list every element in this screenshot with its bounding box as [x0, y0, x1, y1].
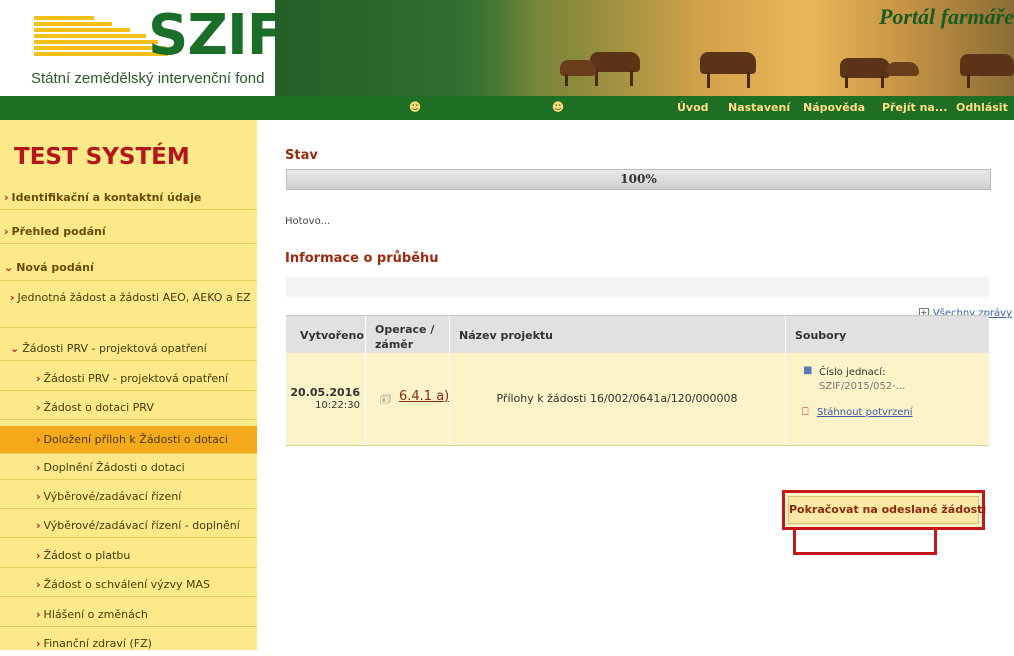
operation-link[interactable]: 6.4.1 a): [399, 389, 449, 404]
col-operace: Operace / záměr: [375, 323, 435, 351]
header: SZIF Státní zemědělský intervenční fond …: [0, 0, 1014, 96]
org-name: Státní zemědělský intervenční fond: [31, 70, 265, 87]
nav-nastaveni[interactable]: Nastavení: [728, 101, 790, 114]
sidebar-item-label: Jednotná žádost a žádosti AEO, AEKO a EZ: [17, 291, 251, 304]
sidebar-item-vyberove-rizeni[interactable]: › Výběrové/zadávací řízení: [0, 485, 257, 509]
user-switch-icon[interactable]: ☻: [551, 100, 565, 114]
user-icon[interactable]: ☻: [408, 100, 422, 114]
status-heading: Stav: [285, 148, 318, 163]
nav-napoveda[interactable]: Nápověda: [803, 101, 865, 114]
sidebar: TEST SYSTÉM › Identifikační a kontaktní ú…: [0, 120, 257, 650]
header-banner: Portál farmáře: [275, 0, 1014, 96]
sidebar-item-zadost-o-platbu[interactable]: › Žádost o platbu: [0, 544, 257, 568]
document-icon: 🗊: [380, 392, 392, 406]
col-vytvoreno: Vytvořeno: [300, 329, 364, 342]
sidebar-item-label: Žádosti PRV - projektová opatření: [22, 342, 207, 355]
sidebar-item-label: Výběrové/zadávací řízení - doplnění: [43, 519, 240, 532]
sidebar-item-label: Hlášení o změnách: [43, 608, 148, 621]
sidebar-item-doplneni-zadosti[interactable]: › Doplnění Žádosti o dotaci: [0, 456, 257, 480]
sidebar-item-identifikacni-udaje[interactable]: › Identifikační a kontaktní údaje: [0, 186, 257, 210]
nav-odhlasit[interactable]: Odhlásit: [956, 101, 1014, 114]
nav-prejit-na[interactable]: Přejít na...: [882, 101, 947, 114]
sidebar-item-label: Žádost o platbu: [43, 549, 131, 562]
sidebar-item-label: Výběrové/zadávací řízení: [43, 490, 182, 503]
sidebar-item-hlaseni-o-zmenach[interactable]: › Hlášení o změnách: [0, 603, 257, 627]
sidebar-item-label: Identifikační a kontaktní údaje: [11, 191, 202, 204]
nav-uvod[interactable]: Úvod: [677, 101, 709, 114]
sidebar-item-prehled-podani[interactable]: › Přehled podání: [0, 220, 257, 244]
file-ref-value: SZIF/2015/052-...: [819, 381, 906, 392]
progress-info-heading: Informace o průběhu: [285, 251, 439, 266]
sidebar-item-label: Doplnění Žádosti o dotaci: [43, 461, 185, 474]
status-text: Hotovo...: [285, 216, 331, 227]
created-time: 10:22:30: [315, 400, 360, 411]
sidebar-item-label: Žádosti PRV - projektová opatření: [43, 372, 229, 385]
sidebar-item-label: Přehled podání: [11, 225, 106, 238]
top-navbar: ☻ ☻ Úvod Nastavení Nápověda Přejít na...…: [0, 96, 1014, 120]
sidebar-item-zadosti-prv[interactable]: ⌄ Žádosti PRV - projektová opatření: [0, 337, 257, 361]
sidebar-item-label: Nová podání: [16, 261, 94, 274]
continue-highlight: Pokračovat na odeslané žádosti: [782, 490, 986, 530]
sidebar-item-label: Doložení příloh k Žádosti o dotaci: [43, 433, 228, 446]
sidebar-item-vyberove-rizeni-doplneni[interactable]: › Výběrové/zadávací řízení - doplnění: [0, 514, 257, 538]
messages-bar: [286, 277, 989, 297]
logo-text: SZIF: [148, 3, 285, 68]
file-ref-label: Číslo jednací:: [819, 367, 886, 378]
system-title: TEST SYSTÉM: [14, 144, 190, 170]
sidebar-item-nova-podani[interactable]: ⌄ Nová podání: [0, 255, 257, 281]
sidebar-item-financni-zdravi[interactable]: › Finanční zdraví (FZ): [0, 632, 257, 650]
sidebar-item-zadost-o-dotaci-prv[interactable]: › Žádost o dotaci PRV: [0, 396, 257, 420]
pdf-icon: ⎕: [802, 405, 809, 418]
project-name: Přílohy k žádosti 16/002/0641a/120/00000…: [496, 392, 738, 405]
portal-title: Portál farmáře: [878, 4, 1014, 29]
download-confirmation-link[interactable]: Stáhnout potvrzení: [817, 407, 913, 418]
table-row: 20.05.2016 10:22:30 🗊 6.4.1 a) Přílohy k…: [286, 353, 989, 446]
sidebar-item-schvaleni-vyzvy-mas[interactable]: › Žádost o schválení výzvy MAS: [0, 573, 257, 597]
sidebar-item-jednotna-zadost[interactable]: › Jednotná žádost a žádosti AEO, AEKO a E…: [0, 284, 257, 328]
logo[interactable]: SZIF Státní zemědělský intervenční fond: [0, 0, 285, 96]
file-icon: ■: [803, 365, 813, 376]
sidebar-item-label: Žádost o dotaci PRV: [43, 401, 154, 414]
sidebar-item-dolozeni-priloh[interactable]: › Doložení příloh k Žádosti o dotaci: [0, 426, 257, 454]
main-content: Stav 100% Hotovo... Informace o průběhu …: [285, 120, 1014, 650]
sidebar-item-label: Finanční zdraví (FZ): [43, 637, 152, 650]
continue-button[interactable]: Pokračovat na odeslané žádosti: [788, 496, 986, 524]
col-nazev-projektu: Název projektu: [459, 329, 553, 342]
created-date: 20.05.2016: [290, 386, 360, 399]
progress-bar: 100%: [286, 169, 991, 190]
sidebar-item-zadosti-prv-sub[interactable]: › Žádosti PRV - projektová opatření: [0, 367, 257, 391]
sidebar-item-label: Žádost o schválení výzvy MAS: [43, 578, 210, 591]
col-soubory: Soubory: [795, 329, 847, 342]
table-header: Vytvořeno Operace / záměr Název projektu…: [286, 315, 989, 355]
progress-label: 100%: [620, 172, 657, 186]
